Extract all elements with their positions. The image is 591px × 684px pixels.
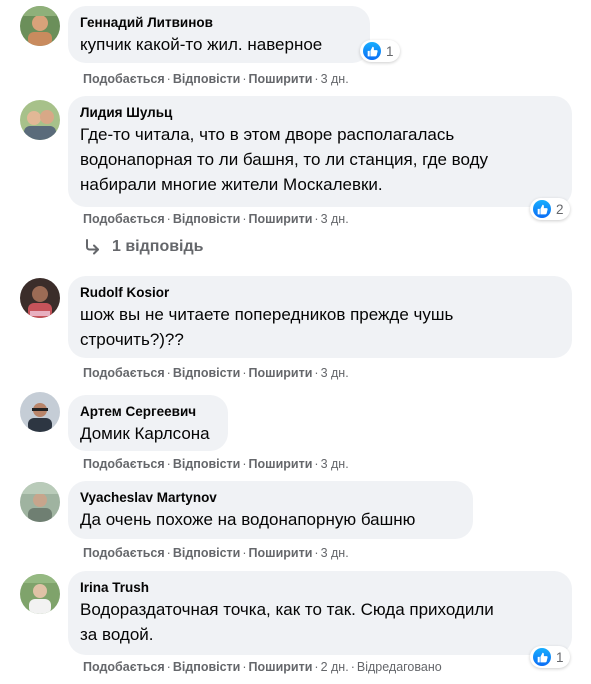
reply-arrow-icon bbox=[86, 239, 99, 255]
comment-actions: Подобається · Відповісти · Поширити · 3 дн. bbox=[83, 212, 349, 226]
comment-text: за водой. bbox=[80, 625, 154, 644]
comment-author[interactable]: Vyacheslav Martynov bbox=[80, 489, 461, 507]
share-button[interactable]: Поширити bbox=[249, 457, 313, 471]
like-reaction-icon bbox=[533, 648, 551, 666]
reaction-number: 1 bbox=[386, 43, 394, 59]
comment-actions: Подобається · Відповісти · Поширити · 3 дн. bbox=[83, 457, 349, 471]
reaction-count[interactable]: 1 bbox=[530, 646, 570, 668]
view-replies-link[interactable]: 1 відповідь bbox=[84, 238, 204, 256]
comment-actions: Подобається · Відповісти · Поширити · 3 дн. bbox=[83, 366, 349, 380]
timestamp[interactable]: 2 дн. bbox=[321, 660, 349, 674]
comment-author[interactable]: Irina Trush bbox=[80, 579, 560, 597]
comment-text: Где-то читала, что в этом дворе располаг… bbox=[80, 125, 455, 144]
comment-author[interactable]: Лидия Шульц bbox=[80, 104, 560, 122]
comment-bubble: Артем Сергеевич Домик Карлсона bbox=[68, 395, 228, 451]
comment-bubble: Irina Trush Водораздаточная точка, как т… bbox=[68, 571, 572, 655]
comment-text: Водораздаточная точка, как то так. Сюда … bbox=[80, 600, 494, 619]
comment-author[interactable]: Rudolf Kosior bbox=[80, 284, 560, 302]
share-button[interactable]: Поширити bbox=[249, 72, 313, 86]
comment-text: Да очень похоже на водонапорную башню bbox=[80, 510, 416, 529]
like-reaction-icon bbox=[363, 42, 381, 60]
reaction-count[interactable]: 1 bbox=[360, 40, 400, 62]
reply-button[interactable]: Відповісти bbox=[173, 546, 241, 560]
reply-button[interactable]: Відповісти bbox=[173, 366, 241, 380]
reply-button[interactable]: Відповісти bbox=[173, 660, 241, 674]
avatar[interactable] bbox=[20, 6, 60, 46]
comment-text: Домик Карлсона bbox=[80, 424, 210, 443]
share-button[interactable]: Поширити bbox=[249, 660, 313, 674]
comment-author[interactable]: Артем Сергеевич bbox=[80, 403, 216, 421]
replies-count[interactable]: 1 відповідь bbox=[112, 238, 204, 256]
avatar[interactable] bbox=[20, 392, 60, 432]
avatar[interactable] bbox=[20, 278, 60, 318]
comment-text: купчик какой-то жил. наверное bbox=[80, 35, 323, 54]
avatar[interactable] bbox=[20, 100, 60, 140]
like-reaction-icon bbox=[533, 200, 551, 218]
like-button[interactable]: Подобається bbox=[83, 546, 165, 560]
comment-text: набирали многие жители Москалевки. bbox=[80, 175, 383, 194]
like-button[interactable]: Подобається bbox=[83, 212, 165, 226]
reaction-number: 2 bbox=[556, 201, 564, 217]
comment-actions: Подобається · Відповісти · Поширити · 2 дн. · Ві… bbox=[83, 660, 442, 674]
reaction-number: 1 bbox=[556, 649, 564, 665]
share-button[interactable]: Поширити bbox=[249, 212, 313, 226]
share-button[interactable]: Поширити bbox=[249, 366, 313, 380]
comment-bubble: Лидия Шульц Где-то читала, что в этом дв… bbox=[68, 96, 572, 207]
reply-button[interactable]: Відповісти bbox=[173, 72, 241, 86]
timestamp[interactable]: 3 дн. bbox=[321, 212, 349, 226]
comment-bubble: Rudolf Kosior шож вы не читаете попередн… bbox=[68, 276, 572, 358]
timestamp[interactable]: 3 дн. bbox=[321, 366, 349, 380]
avatar[interactable] bbox=[20, 574, 60, 614]
reply-button[interactable]: Відповісти bbox=[173, 212, 241, 226]
avatar[interactable] bbox=[20, 482, 60, 522]
comment-author[interactable]: Геннадий Литвинов bbox=[80, 14, 358, 32]
edited-label[interactable]: Відредаговано bbox=[357, 660, 442, 674]
timestamp[interactable]: 3 дн. bbox=[321, 546, 349, 560]
reaction-count[interactable]: 2 bbox=[530, 198, 570, 220]
like-button[interactable]: Подобається bbox=[83, 72, 165, 86]
comment-text: шож вы не читаете попередников прежде чу… bbox=[80, 305, 454, 324]
comment-bubble: Vyacheslav Martynov Да очень похоже на в… bbox=[68, 481, 473, 539]
comment-actions: Подобається · Відповісти · Поширити · 3 дн. bbox=[83, 72, 349, 86]
comment-bubble: Геннадий Литвинов купчик какой-то жил. н… bbox=[68, 6, 370, 63]
comment-text: строчить?)?? bbox=[80, 330, 184, 349]
reply-button[interactable]: Відповісти bbox=[173, 457, 241, 471]
like-button[interactable]: Подобається bbox=[83, 457, 165, 471]
timestamp[interactable]: 3 дн. bbox=[321, 457, 349, 471]
like-button[interactable]: Подобається bbox=[83, 366, 165, 380]
share-button[interactable]: Поширити bbox=[249, 546, 313, 560]
like-button[interactable]: Подобається bbox=[83, 660, 165, 674]
comment-text: водонапорная то ли башня, то ли станция,… bbox=[80, 150, 489, 169]
timestamp[interactable]: 3 дн. bbox=[321, 72, 349, 86]
comment-actions: Подобається · Відповісти · Поширити · 3 дн. bbox=[83, 546, 349, 560]
